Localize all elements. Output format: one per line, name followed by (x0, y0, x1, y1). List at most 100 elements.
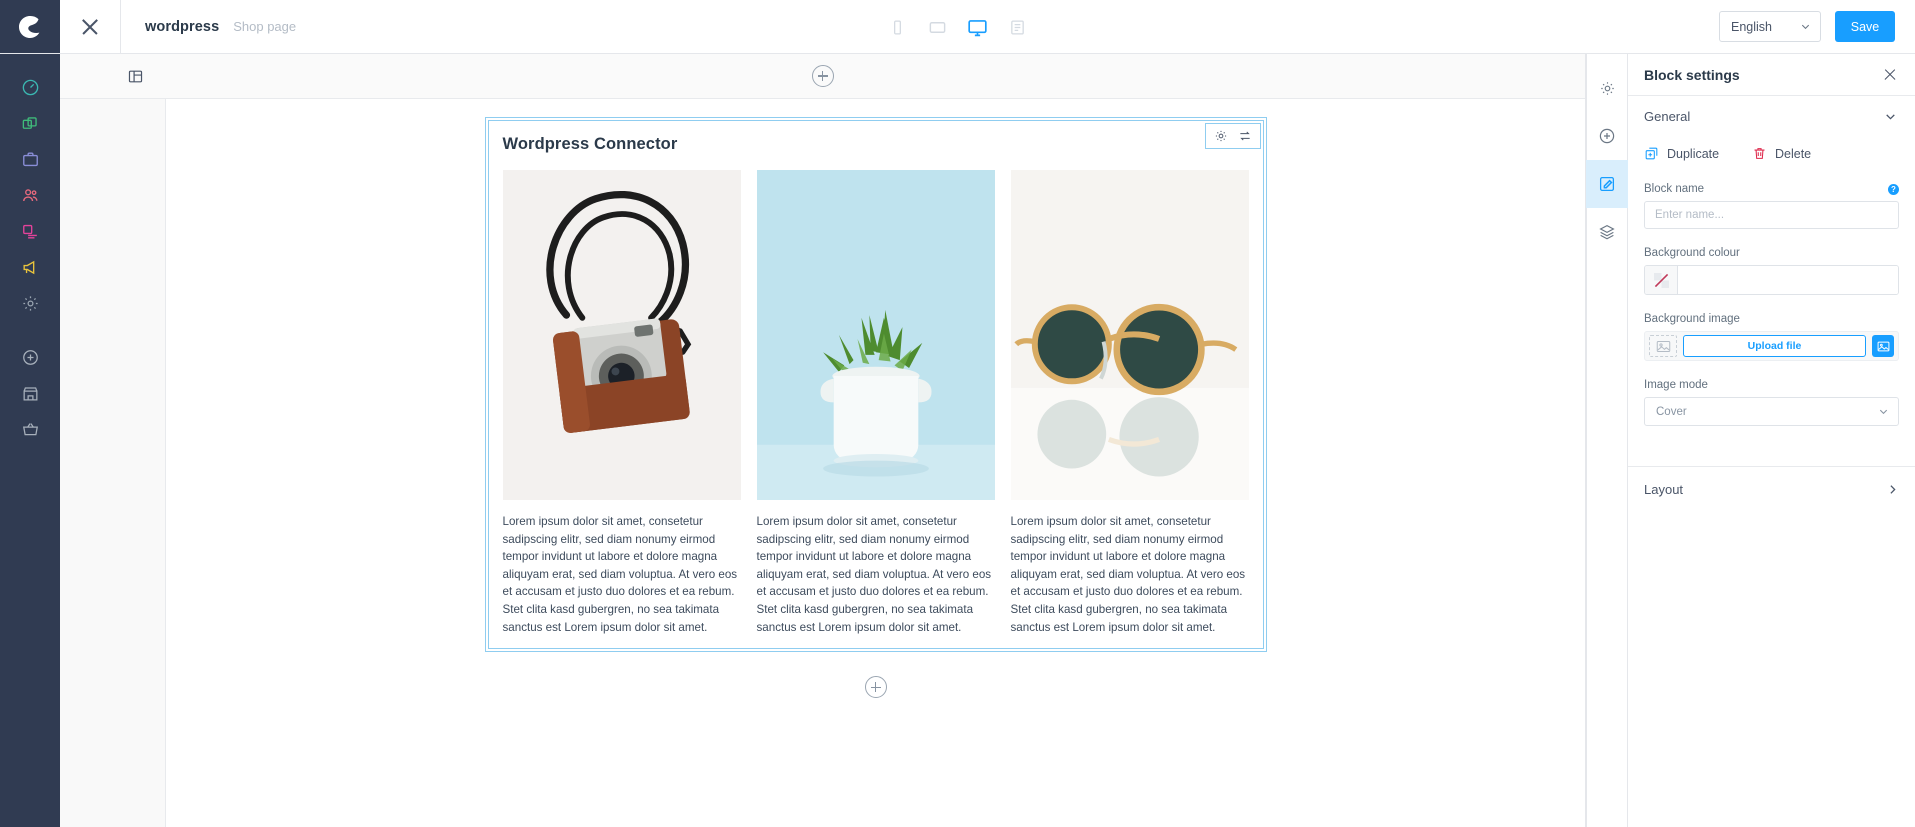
background-image-field-group: Background image Upload file (1644, 313, 1899, 361)
language-select-value: English (1731, 19, 1772, 34)
column-3[interactable]: Lorem ipsum dolor sit amet, consetetur s… (1010, 170, 1249, 636)
sidebar-item-marketing[interactable] (0, 250, 60, 285)
canvas-scroll-area[interactable]: Wordpress Connector Lorem ipsum dolor si… (60, 99, 1585, 827)
cms-section[interactable]: Wordpress Connector Lorem ipsum dolor si… (484, 117, 1267, 653)
block-settings-panel: Block settings General Duplicate Delete … (1628, 54, 1915, 827)
background-colour-label-row: Background colour (1644, 247, 1899, 259)
sidebar-item-catalogues[interactable] (0, 106, 60, 141)
duplicate-button[interactable]: Duplicate (1644, 146, 1752, 161)
gear-icon (22, 296, 38, 311)
edit-icon (1599, 176, 1615, 192)
add-section-bottom-button[interactable] (864, 676, 887, 699)
basket-icon (22, 423, 38, 436)
column-2[interactable]: Lorem ipsum dolor sit amet, consetetur s… (756, 170, 995, 636)
block-operations: Duplicate Delete (1644, 146, 1899, 161)
panel-header: Block settings (1628, 54, 1915, 96)
background-colour-value[interactable] (1678, 266, 1898, 294)
rail-layers[interactable] (1586, 208, 1628, 256)
block-columns: Lorem ipsum dolor sit amet, consetetur s… (502, 170, 1249, 636)
sunglasses-photo[interactable] (1010, 170, 1249, 500)
chevron-down-icon (1801, 24, 1810, 30)
plant-illustration (756, 170, 995, 500)
canvas-column: Wordpress Connector Lorem ipsum dolor si… (60, 54, 1586, 827)
desktop-view-icon[interactable] (963, 12, 993, 42)
succulent-plant-photo[interactable] (756, 170, 995, 500)
layout-section-label: Layout (1644, 481, 1684, 497)
image-mode-value: Cover (1656, 405, 1687, 418)
block-name-label: Block name (1644, 183, 1705, 195)
gear-icon (1600, 81, 1614, 95)
top-toolbar: wordpress Shop page English Save (0, 0, 1915, 54)
sidebar-item-content[interactable] (0, 214, 60, 249)
open-media-library-button[interactable] (1872, 335, 1894, 357)
panel-layout-icon (128, 70, 142, 82)
trash-icon (1754, 148, 1765, 159)
upload-file-button[interactable]: Upload file (1683, 335, 1866, 357)
device-preview-switcher (883, 0, 1033, 54)
plus-circle-icon (22, 350, 38, 365)
sidebar-item-customers[interactable] (0, 178, 60, 213)
background-image-label-row: Background image (1644, 313, 1899, 325)
help-icon[interactable]: ? (1888, 183, 1899, 195)
close-icon (80, 17, 100, 37)
block-settings-icon[interactable] (1214, 129, 1228, 143)
duplicate-icon (1645, 147, 1658, 160)
language-select[interactable]: English (1719, 11, 1821, 42)
layout-section-header[interactable]: Layout (1628, 467, 1915, 511)
rail-section-settings[interactable] (1586, 64, 1628, 112)
close-editor-button[interactable] (60, 0, 121, 53)
sidebar-item-add[interactable] (0, 340, 60, 375)
block-heading: Wordpress Connector (502, 135, 678, 153)
image-placeholder-icon (1649, 335, 1677, 357)
panel-close-icon[interactable] (1883, 68, 1897, 82)
transparent-swatch-icon[interactable] (1645, 266, 1678, 294)
catalogues-icon (22, 117, 37, 129)
cms-block-wordpress-connector[interactable]: Wordpress Connector Lorem ipsum dolor si… (487, 120, 1264, 650)
editor-tool-rail (1586, 54, 1628, 827)
chevron-right-icon (1890, 484, 1896, 494)
column-1[interactable]: Lorem ipsum dolor sit amet, consetetur s… (502, 170, 741, 636)
vintage-camera-photo[interactable] (502, 170, 741, 500)
sidebar-item-store[interactable] (0, 376, 60, 411)
customers-icon (22, 189, 38, 202)
no-colour-icon (1653, 272, 1669, 288)
block-name-input[interactable]: Enter name... (1644, 201, 1899, 229)
image-mode-select[interactable]: Cover (1644, 397, 1899, 426)
swap-icon (1239, 131, 1250, 141)
store-icon (23, 387, 37, 401)
tablet-view-icon[interactable] (923, 12, 953, 42)
image-mode-label: Image mode (1644, 379, 1708, 391)
column-1-text: Lorem ipsum dolor sit amet, consetetur s… (502, 515, 738, 634)
duplicate-label: Duplicate (1667, 146, 1720, 161)
picture-icon (1656, 340, 1670, 352)
list-view-icon[interactable] (1003, 12, 1033, 42)
content-icon (22, 224, 37, 239)
background-image-controls: Upload file (1644, 331, 1899, 361)
sidebar-item-dashboard[interactable] (0, 70, 60, 105)
mobile-view-icon[interactable] (883, 12, 913, 42)
dashboard-icon (22, 79, 38, 96)
block-name-field-group: Block name ? Enter name... (1644, 183, 1899, 229)
delete-button[interactable]: Delete (1752, 146, 1811, 161)
delete-label: Delete (1775, 146, 1812, 161)
general-section-header[interactable]: General (1628, 96, 1915, 136)
sidebar-item-basket[interactable] (0, 412, 60, 447)
chevron-down-icon (1886, 113, 1895, 120)
block-name-label-row: Block name ? (1644, 183, 1899, 195)
rail-edit-block[interactable] (1586, 160, 1628, 208)
sidebar-item-orders[interactable] (0, 142, 60, 177)
background-colour-label: Background colour (1644, 247, 1740, 259)
layers-icon (1599, 224, 1615, 240)
sidebar-item-settings[interactable] (0, 286, 60, 321)
block-swap-icon[interactable] (1238, 129, 1252, 143)
save-button[interactable]: Save (1835, 11, 1895, 42)
image-mode-label-row: Image mode (1644, 379, 1899, 391)
layout-panel-toggle[interactable] (122, 63, 148, 89)
breadcrumb-layout-name[interactable]: wordpress (145, 19, 219, 35)
add-section-top-button[interactable] (811, 65, 834, 87)
background-image-label: Background image (1644, 313, 1740, 325)
rail-add-element[interactable] (1586, 112, 1628, 160)
orders-icon (22, 152, 38, 167)
shopware-logo (0, 0, 60, 53)
background-colour-picker[interactable] (1644, 265, 1899, 295)
